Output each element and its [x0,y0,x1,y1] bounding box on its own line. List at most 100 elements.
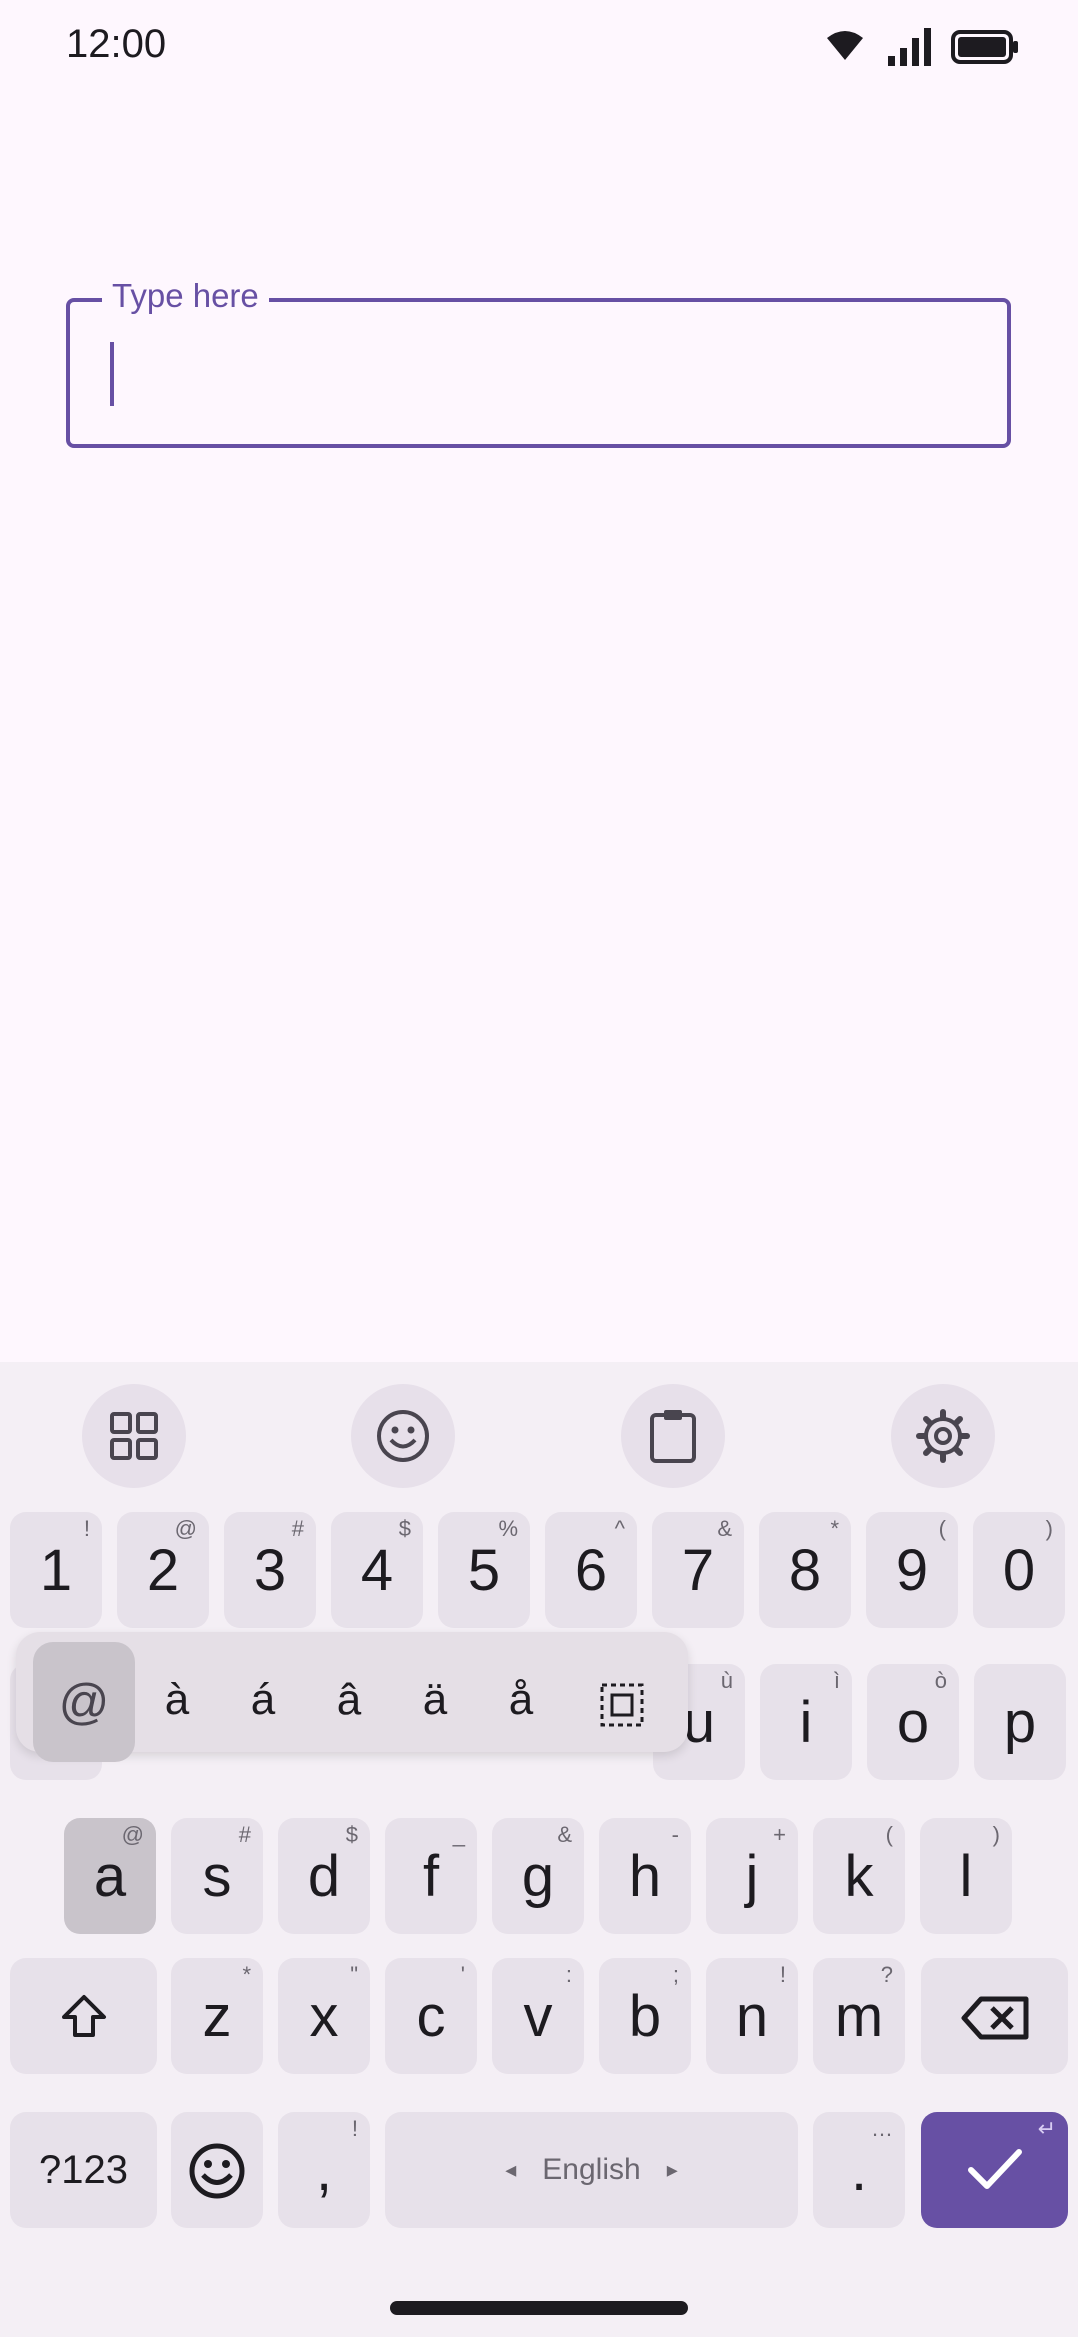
key-v[interactable]: v: [492,1958,584,2074]
enter-done-key[interactable]: ↵ [921,2112,1068,2228]
shift-icon [62,1995,106,2037]
key-hint: - [671,1822,679,1847]
cellular-signal-icon [888,28,931,66]
accent-option[interactable]: á [213,1650,313,1750]
emoji-key-icon [189,2143,245,2199]
key-m[interactable]: m? [813,1958,905,2074]
wifi-icon [827,31,863,60]
key-p[interactable]: p [974,1664,1066,1780]
emoji-toolbar-button[interactable] [351,1384,455,1488]
shift-key[interactable] [10,1958,157,2074]
key-hint: ) [992,1822,1000,1847]
space-language-label: English [542,2153,641,2186]
accent-option[interactable]: å [471,1650,571,1750]
key-l[interactable]: l) [920,1818,1012,1934]
key-k[interactable]: k( [813,1818,905,1934]
key-hint: $ [345,1822,358,1847]
key-c[interactable]: c ' [385,1958,477,2074]
key-hint: ^ [614,1516,625,1541]
key-hint: : [565,1962,572,1987]
key-hint: ; [672,1962,679,1987]
settings-gear-icon [916,1409,970,1463]
clipboard-button[interactable] [621,1384,725,1488]
emoji-key[interactable] [171,2112,263,2228]
comma-key-hint: ! [351,2116,358,2141]
key-hint: ) [1045,1516,1053,1541]
key-6[interactable]: 6 ^ [545,1512,637,1628]
home-indicator[interactable] [390,2301,688,2315]
accent-option[interactable]: à [127,1650,227,1750]
accent-option[interactable]: â [299,1650,399,1750]
key-hint: @ [121,1822,144,1847]
key-g[interactable]: g & [492,1818,584,1934]
apps-grid-button[interactable] [82,1384,186,1488]
key-h[interactable]: h- [599,1818,691,1934]
key-1[interactable]: 1! [10,1512,102,1628]
battery-icon [951,30,1018,64]
key-f[interactable]: f _ [385,1818,477,1934]
key-o[interactable]: oò [867,1664,959,1780]
key-hint: # [238,1822,251,1847]
key-b[interactable]: b; [599,1958,691,2074]
key-n[interactable]: n! [706,1958,798,2074]
emoji-icon [377,1410,429,1462]
key-4[interactable]: 4 $ [331,1512,423,1628]
key-2[interactable]: 2 @ [117,1512,209,1628]
key-hint: ' [460,1962,465,1987]
space-right-arrow: ▸ [666,2157,678,2182]
space-left-arrow: ◂ [505,2157,517,2182]
accent-option-at-selected[interactable]: @ [33,1642,135,1762]
checkmark-icon [968,2149,1022,2189]
key-i[interactable]: iì [760,1664,852,1780]
text-cursor [110,342,114,406]
symbols-key[interactable]: ?123 [10,2112,157,2228]
key-s[interactable]: s # [171,1818,263,1934]
space-bar[interactable]: ◂ English ▸ [385,2112,798,2228]
key-hint: + [773,1822,786,1847]
text-input-field[interactable] [66,298,1011,448]
key-9[interactable]: 9( [866,1512,958,1628]
key-j[interactable]: j + [706,1818,798,1934]
enter-hint: ↵ [1037,2116,1056,2141]
key-hint: $ [398,1516,411,1541]
key-0[interactable]: 0) [973,1512,1065,1628]
apps-grid-icon [110,1412,158,1460]
key-hint: ! [83,1516,90,1541]
backspace-key[interactable] [921,1958,1068,2074]
period-key[interactable]: . … [813,2112,905,2228]
period-key-hint: … [871,2116,893,2141]
key-hint: & [557,1822,572,1847]
key-7[interactable]: 7 & [652,1512,744,1628]
key-a[interactable]: a @ [64,1818,156,1934]
key-3[interactable]: 3 # [224,1512,316,1628]
key-z[interactable]: z * [171,1958,263,2074]
more-accents-icon[interactable] [599,1682,645,1728]
space-bar-label-group: ◂ English ▸ [385,2112,798,2228]
symbols-key-label: ?123 [39,2147,128,2192]
key-hint: * [242,1962,251,1987]
key-hint: ì [833,1668,840,1693]
key-label: p [1003,1689,1037,1755]
key-hint: ! [779,1962,786,1987]
backspace-icon [961,1996,1029,2040]
key-8[interactable]: 8 * [759,1512,851,1628]
key-hint: ù [720,1668,733,1693]
comma-key[interactable]: , ! [278,2112,370,2228]
status-time: 12:00 [66,22,167,66]
settings-button[interactable] [891,1384,995,1488]
key-hint: * [830,1516,839,1541]
key-hint: # [291,1516,304,1541]
key-hint: ò [934,1668,947,1693]
key-x[interactable]: x " [278,1958,370,2074]
key-d[interactable]: d $ [278,1818,370,1934]
text-field-label: Type here [102,276,269,316]
clipboard-icon [650,1410,696,1463]
key-hint: & [717,1516,732,1541]
key-hint: ( [885,1822,893,1847]
key-hint: " [350,1962,358,1987]
key-hint: % [498,1516,518,1541]
key-hint: @ [174,1516,197,1541]
accent-option[interactable]: ä [385,1650,485,1750]
key-5[interactable]: 5% [438,1512,530,1628]
key-hint: ( [938,1516,946,1541]
